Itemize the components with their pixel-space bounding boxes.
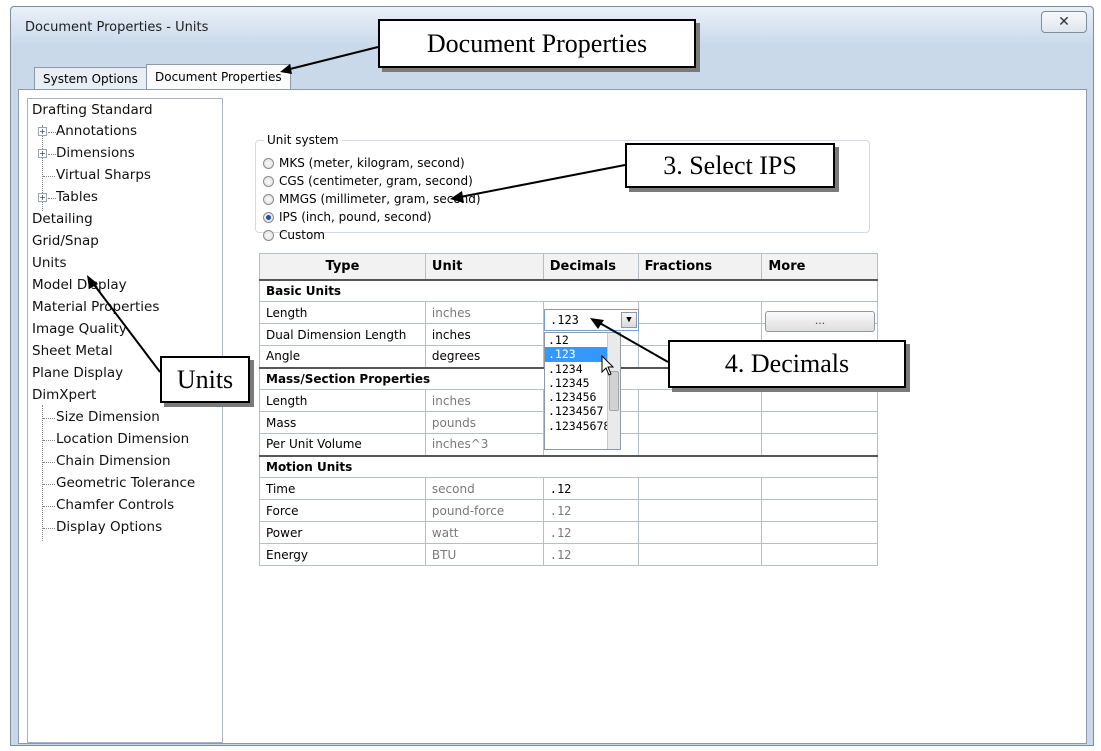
callout-units: Units xyxy=(160,356,250,403)
callout-document-properties: Document Properties xyxy=(378,19,696,68)
mouse-cursor-icon xyxy=(601,355,615,376)
callout-decimals: 4. Decimals xyxy=(668,340,906,388)
callout-select-ips: 3. Select IPS xyxy=(625,143,835,188)
